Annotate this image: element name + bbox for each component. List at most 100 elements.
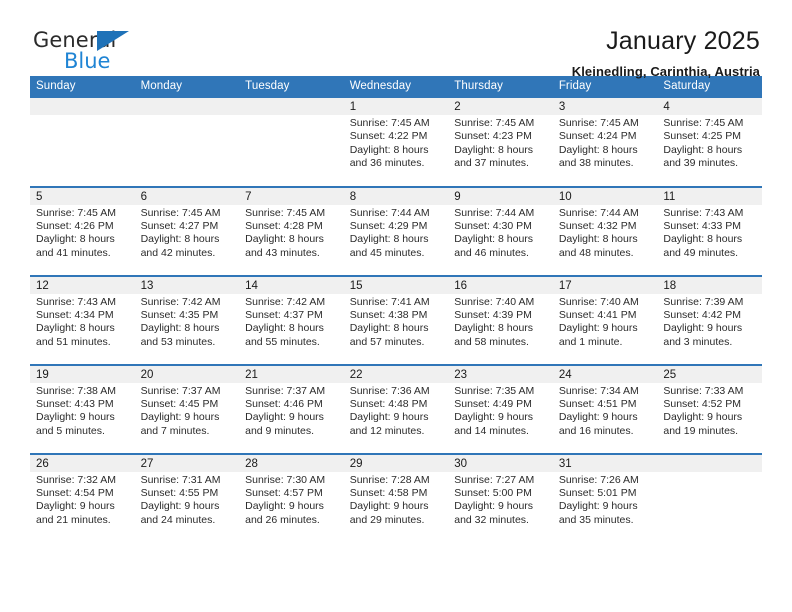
day-detail-sunrise: Sunrise: 7:44 AM — [558, 206, 639, 219]
calendar-day-cell[interactable]: 17 Sunrise: 7:40 AM Sunset: 4:41 PM Dayligh… — [552, 274, 658, 365]
day-details: Sunrise: 7:45 AM Sunset: 4:23 PM Daylight:… — [448, 115, 553, 171]
calendar-day-cell[interactable]: 1 Sunrise: 7:45 AM Sunset: 4:22 PM Daylight… — [343, 97, 449, 187]
day-cell-inner: 10 Sunrise: 7:44 AM Sunset: 4:32 PM Dayligh… — [552, 187, 658, 275]
day-detail-daylight-1: Daylight: 8 hours — [36, 233, 115, 246]
calendar-day-cell[interactable]: 21 Sunrise: 7:37 AM Sunset: 4:46 PM Dayligh… — [239, 363, 344, 454]
day-detail-sunrise: Sunrise: 7:31 AM — [140, 473, 221, 486]
calendar-day-cell[interactable]: 4 Sunrise: 7:45 AM Sunset: 4:25 PM Daylight… — [657, 97, 762, 187]
general-blue-logo[interactable]: General Blue — [30, 28, 160, 80]
day-detail-sunrise: Sunrise: 7:34 AM — [558, 384, 639, 397]
day-number: 2 — [448, 98, 553, 115]
day-cell-inner: 29 Sunrise: 7:28 AM Sunset: 4:58 PM Dayligh… — [343, 454, 449, 543]
day-cell-inner: 27 Sunrise: 7:31 AM Sunset: 4:55 PM Dayligh… — [134, 454, 240, 543]
day-details: Sunrise: 7:30 AM Sunset: 4:57 PM Daylight:… — [239, 472, 344, 528]
calendar-day-cell[interactable]: 8 Sunrise: 7:44 AM Sunset: 4:29 PM Daylight… — [343, 185, 449, 276]
day-detail-daylight-2: and 45 minutes. — [349, 246, 425, 259]
day-detail-sunrise: Sunrise: 7:43 AM — [36, 295, 116, 308]
calendar-day-cell[interactable]: 18 Sunrise: 7:39 AM Sunset: 4:42 PM Dayligh… — [657, 274, 762, 365]
day-cell-inner — [134, 98, 240, 186]
calendar-day-cell[interactable]: 19 Sunrise: 7:38 AM Sunset: 4:43 PM Dayligh… — [30, 363, 135, 454]
day-details: Sunrise: 7:41 AM Sunset: 4:38 PM Daylight:… — [344, 294, 449, 350]
calendar-week-row: 5 Sunrise: 7:45 AM Sunset: 4:26 PM Daylight… — [30, 185, 762, 276]
calendar-day-cell[interactable]: 16 Sunrise: 7:40 AM Sunset: 4:39 PM Dayligh… — [448, 274, 553, 365]
day-details: Sunrise: 7:45 AM Sunset: 4:25 PM Daylight:… — [657, 115, 762, 171]
day-detail-daylight-1: Daylight: 9 hours — [454, 500, 534, 513]
day-detail-sunrise: Sunrise: 7:39 AM — [663, 295, 744, 308]
day-detail-sunrise: Sunrise: 7:45 AM — [245, 206, 326, 219]
day-number: 23 — [448, 365, 553, 383]
calendar-day-cell[interactable]: 14 Sunrise: 7:42 AM Sunset: 4:37 PM Dayligh… — [239, 274, 344, 365]
calendar-day-cell[interactable]: 3 Sunrise: 7:45 AM Sunset: 4:24 PM Daylight… — [552, 97, 658, 187]
calendar-day-cell[interactable]: 10 Sunrise: 7:44 AM Sunset: 4:32 PM Dayligh… — [552, 185, 658, 276]
day-detail-daylight-2: and 55 minutes. — [245, 335, 320, 348]
day-detail-daylight-2: and 42 minutes. — [140, 246, 216, 259]
day-detail-daylight-1: Daylight: 9 hours — [558, 500, 638, 513]
day-detail-sunrise: Sunrise: 7:27 AM — [454, 473, 535, 486]
calendar-day-cell[interactable]: 29 Sunrise: 7:28 AM Sunset: 4:58 PM Dayligh… — [343, 452, 449, 543]
calendar-day-cell[interactable]: 9 Sunrise: 7:44 AM Sunset: 4:30 PM Daylight… — [448, 185, 553, 276]
day-details: Sunrise: 7:43 AM Sunset: 4:34 PM Daylight:… — [30, 294, 135, 350]
day-number: 5 — [30, 187, 135, 205]
day-details: Sunrise: 7:33 AM Sunset: 4:52 PM Daylight:… — [657, 383, 762, 439]
calendar-week-row: 26 Sunrise: 7:32 AM Sunset: 4:54 PM Dayligh… — [30, 452, 762, 543]
day-detail-sunset: Sunset: 4:33 PM — [663, 219, 742, 232]
calendar-day-cell[interactable]: 25 Sunrise: 7:33 AM Sunset: 4:52 PM Dayligh… — [657, 363, 762, 454]
calendar-cell-empty — [134, 97, 240, 187]
day-detail-daylight-1: Daylight: 9 hours — [558, 322, 638, 335]
weekday-header-wednesday: Wednesday — [343, 76, 449, 98]
calendar-day-cell[interactable]: 20 Sunrise: 7:37 AM Sunset: 4:45 PM Dayligh… — [134, 363, 240, 454]
calendar-day-cell[interactable]: 6 Sunrise: 7:45 AM Sunset: 4:27 PM Daylight… — [134, 185, 240, 276]
calendar-day-cell[interactable]: 2 Sunrise: 7:45 AM Sunset: 4:23 PM Daylight… — [448, 97, 553, 187]
day-cell-inner: 28 Sunrise: 7:30 AM Sunset: 4:57 PM Dayligh… — [239, 454, 344, 543]
day-number: 28 — [239, 454, 344, 472]
day-detail-daylight-2: and 37 minutes. — [454, 157, 529, 170]
day-number: 22 — [343, 365, 449, 383]
calendar-day-cell[interactable]: 24 Sunrise: 7:34 AM Sunset: 4:51 PM Dayligh… — [552, 363, 658, 454]
day-cell-inner: 20 Sunrise: 7:37 AM Sunset: 4:45 PM Dayligh… — [134, 365, 240, 453]
day-detail-daylight-2: and 57 minutes. — [349, 335, 425, 348]
calendar-day-cell[interactable]: 28 Sunrise: 7:30 AM Sunset: 4:57 PM Dayligh… — [239, 452, 344, 543]
day-number: 14 — [239, 276, 344, 294]
calendar-table: Sunday Monday Tuesday Wednesday Thursday Frid… — [30, 76, 762, 543]
calendar-day-cell[interactable]: 31 Sunrise: 7:26 AM Sunset: 5:01 PM Dayligh… — [552, 452, 658, 543]
day-detail-sunrise: Sunrise: 7:44 AM — [349, 206, 430, 219]
day-detail-daylight-1: Daylight: 9 hours — [558, 411, 638, 424]
calendar-day-cell[interactable]: 26 Sunrise: 7:32 AM Sunset: 4:54 PM Dayligh… — [30, 452, 135, 543]
day-number: 21 — [239, 365, 344, 383]
day-cell-inner: 6 Sunrise: 7:45 AM Sunset: 4:27 PM Daylight… — [134, 187, 240, 275]
day-number: 18 — [657, 276, 762, 294]
day-detail-sunset: Sunset: 4:28 PM — [245, 219, 323, 232]
calendar-day-cell[interactable]: 5 Sunrise: 7:45 AM Sunset: 4:26 PM Daylight… — [30, 185, 135, 276]
calendar-day-cell[interactable]: 7 Sunrise: 7:45 AM Sunset: 4:28 PM Daylight… — [239, 185, 344, 276]
calendar-day-cell[interactable]: 27 Sunrise: 7:31 AM Sunset: 4:55 PM Dayligh… — [134, 452, 240, 543]
day-details: Sunrise: 7:44 AM Sunset: 4:29 PM Daylight:… — [344, 205, 449, 261]
day-detail-daylight-1: Daylight: 8 hours — [245, 233, 324, 246]
calendar-day-cell[interactable]: 23 Sunrise: 7:35 AM Sunset: 4:49 PM Dayligh… — [448, 363, 553, 454]
calendar-day-cell[interactable]: 15 Sunrise: 7:41 AM Sunset: 4:38 PM Dayligh… — [343, 274, 449, 365]
day-cell-inner: 15 Sunrise: 7:41 AM Sunset: 4:38 PM Dayligh… — [343, 276, 449, 364]
day-detail-daylight-2: and 36 minutes. — [349, 157, 425, 170]
day-detail-sunrise: Sunrise: 7:40 AM — [454, 295, 535, 308]
calendar-cell-empty — [30, 97, 135, 187]
day-detail-sunrise: Sunrise: 7:45 AM — [36, 206, 116, 219]
weekday-header-thursday: Thursday — [448, 76, 553, 98]
day-detail-daylight-1: Daylight: 8 hours — [36, 322, 115, 335]
day-detail-daylight-2: and 46 minutes. — [454, 246, 529, 259]
day-detail-daylight-2: and 5 minutes. — [36, 424, 105, 437]
calendar-day-cell[interactable]: 22 Sunrise: 7:36 AM Sunset: 4:48 PM Dayligh… — [343, 363, 449, 454]
day-detail-daylight-1: Daylight: 9 hours — [454, 411, 534, 424]
calendar-day-cell[interactable]: 30 Sunrise: 7:27 AM Sunset: 5:00 PM Dayligh… — [448, 452, 553, 543]
day-number: 17 — [552, 276, 658, 294]
day-detail-sunrise: Sunrise: 7:37 AM — [245, 384, 326, 397]
calendar-day-cell[interactable]: 13 Sunrise: 7:42 AM Sunset: 4:35 PM Dayligh… — [134, 274, 240, 365]
day-details: Sunrise: 7:44 AM Sunset: 4:30 PM Daylight:… — [448, 205, 553, 261]
day-detail-sunset: Sunset: 4:39 PM — [454, 308, 532, 321]
calendar-day-cell[interactable]: 11 Sunrise: 7:43 AM Sunset: 4:33 PM Dayligh… — [657, 185, 762, 276]
day-detail-sunset: Sunset: 4:22 PM — [349, 130, 428, 143]
day-number: 26 — [30, 454, 135, 472]
calendar-week-row: 1 Sunrise: 7:45 AM Sunset: 4:22 PM Daylight… — [30, 97, 762, 187]
day-cell-inner: 23 Sunrise: 7:35 AM Sunset: 4:49 PM Dayligh… — [448, 365, 553, 453]
calendar-day-cell[interactable]: 12 Sunrise: 7:43 AM Sunset: 4:34 PM Dayligh… — [30, 274, 135, 365]
day-cell-inner: 1 Sunrise: 7:45 AM Sunset: 4:22 PM Daylight… — [343, 98, 449, 186]
day-number: 29 — [343, 454, 449, 472]
